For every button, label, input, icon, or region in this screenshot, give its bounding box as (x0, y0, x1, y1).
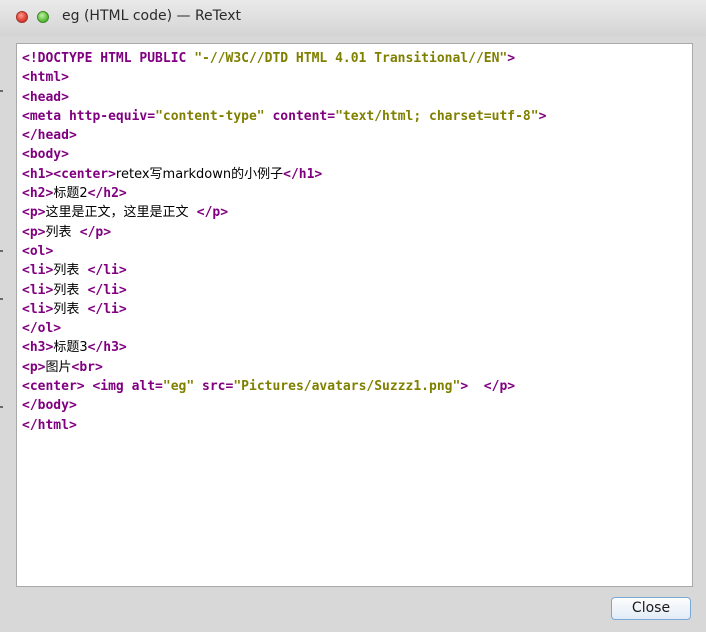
code-line: </body> (22, 396, 546, 415)
code-tag-token: <ol> (22, 243, 54, 259)
code-tag-token: </h2> (87, 186, 127, 202)
code-tag-token: </p> (79, 224, 112, 240)
code-tag-token: <meta http-equiv= (22, 108, 156, 124)
code-tag-token: </li> (87, 263, 127, 279)
code-line: <h1><center>retex写markdown的小例子</h1> (22, 165, 546, 184)
code-line: <!DOCTYPE HTML PUBLIC "-//W3C//DTD HTML … (22, 49, 546, 68)
code-tag-token: <p> (22, 359, 46, 375)
code-text-token: 列表 (53, 282, 88, 298)
code-tag-token: <body> (22, 147, 69, 163)
code-tag-token: > </p> (460, 379, 516, 395)
code-text-token: 列表 (53, 301, 88, 317)
window-title: eg (HTML code) — ReText (62, 8, 241, 24)
code-tag-token: > (538, 108, 547, 124)
code-string-token: "text/html; charset=utf-8" (335, 108, 539, 124)
code-tag-token: <br> (71, 359, 103, 375)
code-line: <li>列表 </li> (22, 300, 546, 319)
code-text-token: 这里是正文，这里是正文 (45, 205, 197, 221)
code-text: <!DOCTYPE HTML PUBLIC "-//W3C//DTD HTML … (22, 49, 546, 435)
code-line: <h2>标题2</h2> (22, 184, 546, 203)
close-button[interactable]: Close (611, 597, 691, 620)
title-bar[interactable]: eg (HTML code) — ReText (0, 0, 706, 36)
code-line: <center> <img alt="eg" src="Pictures/ava… (22, 377, 546, 396)
code-text-token: retex写markdown的小例子 (115, 166, 284, 182)
code-line: <li>列表 </li> (22, 281, 546, 300)
code-tag-token: </h1> (283, 166, 323, 182)
html-code-view[interactable]: <!DOCTYPE HTML PUBLIC "-//W3C//DTD HTML … (16, 43, 693, 587)
code-string-token: "eg" (162, 379, 195, 395)
code-tag-token: <!DOCTYPE HTML PUBLIC (22, 51, 195, 66)
retext-html-code-dialog: eg (HTML code) — ReText <!DOCTYPE HTML P… (0, 0, 706, 632)
code-tag-token: </p> (196, 205, 229, 221)
code-line: <body> (22, 145, 546, 164)
code-tag-token: content= (264, 108, 336, 124)
code-string-token: "Pictures/avatars/Suzzz1.png" (233, 379, 461, 395)
code-tag-token: </ol> (22, 321, 62, 337)
code-tag-token: <li> (22, 282, 54, 298)
left-edge-mark (0, 250, 3, 252)
code-tag-token: <center> <img alt= (22, 379, 163, 395)
code-string-token: "-//W3C//DTD HTML 4.01 Transitional//EN" (194, 51, 508, 66)
code-tag-token: <head> (22, 89, 69, 105)
code-text-token: 图片 (45, 359, 72, 375)
code-tag-token: </body> (22, 398, 77, 414)
code-text-token: 列表 (53, 263, 88, 279)
code-tag-token: <p> (22, 224, 46, 240)
code-tag-token: </li> (87, 282, 127, 298)
code-line: <p>列表 </p> (22, 223, 546, 242)
code-text-token: 标题3 (53, 340, 88, 356)
code-string-token: "content-type" (155, 108, 265, 124)
code-tag-token: <h2> (22, 186, 54, 202)
code-line: <p>图片<br> (22, 358, 546, 377)
code-line: <li>列表 </li> (22, 261, 546, 280)
code-tag-token: <h3> (22, 340, 54, 356)
code-tag-token: </head> (22, 128, 77, 144)
code-tag-token: src= (194, 379, 234, 395)
code-tag-token: > (507, 51, 516, 66)
code-line: </head> (22, 126, 546, 145)
code-line: <h3>标题3</h3> (22, 338, 546, 357)
code-text-token: 标题2 (53, 186, 88, 202)
code-line: <p>这里是正文，这里是正文 </p> (22, 203, 546, 222)
left-edge-mark (0, 90, 3, 92)
code-tag-token: <li> (22, 263, 54, 279)
code-tag-token: <h1><center> (22, 166, 116, 182)
code-tag-token: </li> (87, 301, 127, 317)
code-line: <meta http-equiv="content-type" content=… (22, 107, 546, 126)
left-edge-mark (0, 298, 3, 300)
zoom-window-icon[interactable] (37, 11, 49, 23)
code-tag-token: <html> (22, 70, 69, 86)
code-text-token: 列表 (45, 224, 80, 240)
code-line: </html> (22, 416, 546, 435)
code-line: <ol> (22, 242, 546, 261)
code-tag-token: <p> (22, 205, 46, 221)
close-window-icon[interactable] (16, 11, 28, 23)
code-tag-token: <li> (22, 301, 54, 317)
code-line: <head> (22, 88, 546, 107)
code-line: </ol> (22, 319, 546, 338)
code-line: <html> (22, 68, 546, 87)
code-tag-token: </h3> (87, 340, 127, 356)
left-edge-mark (0, 406, 3, 408)
code-tag-token: </html> (22, 417, 77, 433)
